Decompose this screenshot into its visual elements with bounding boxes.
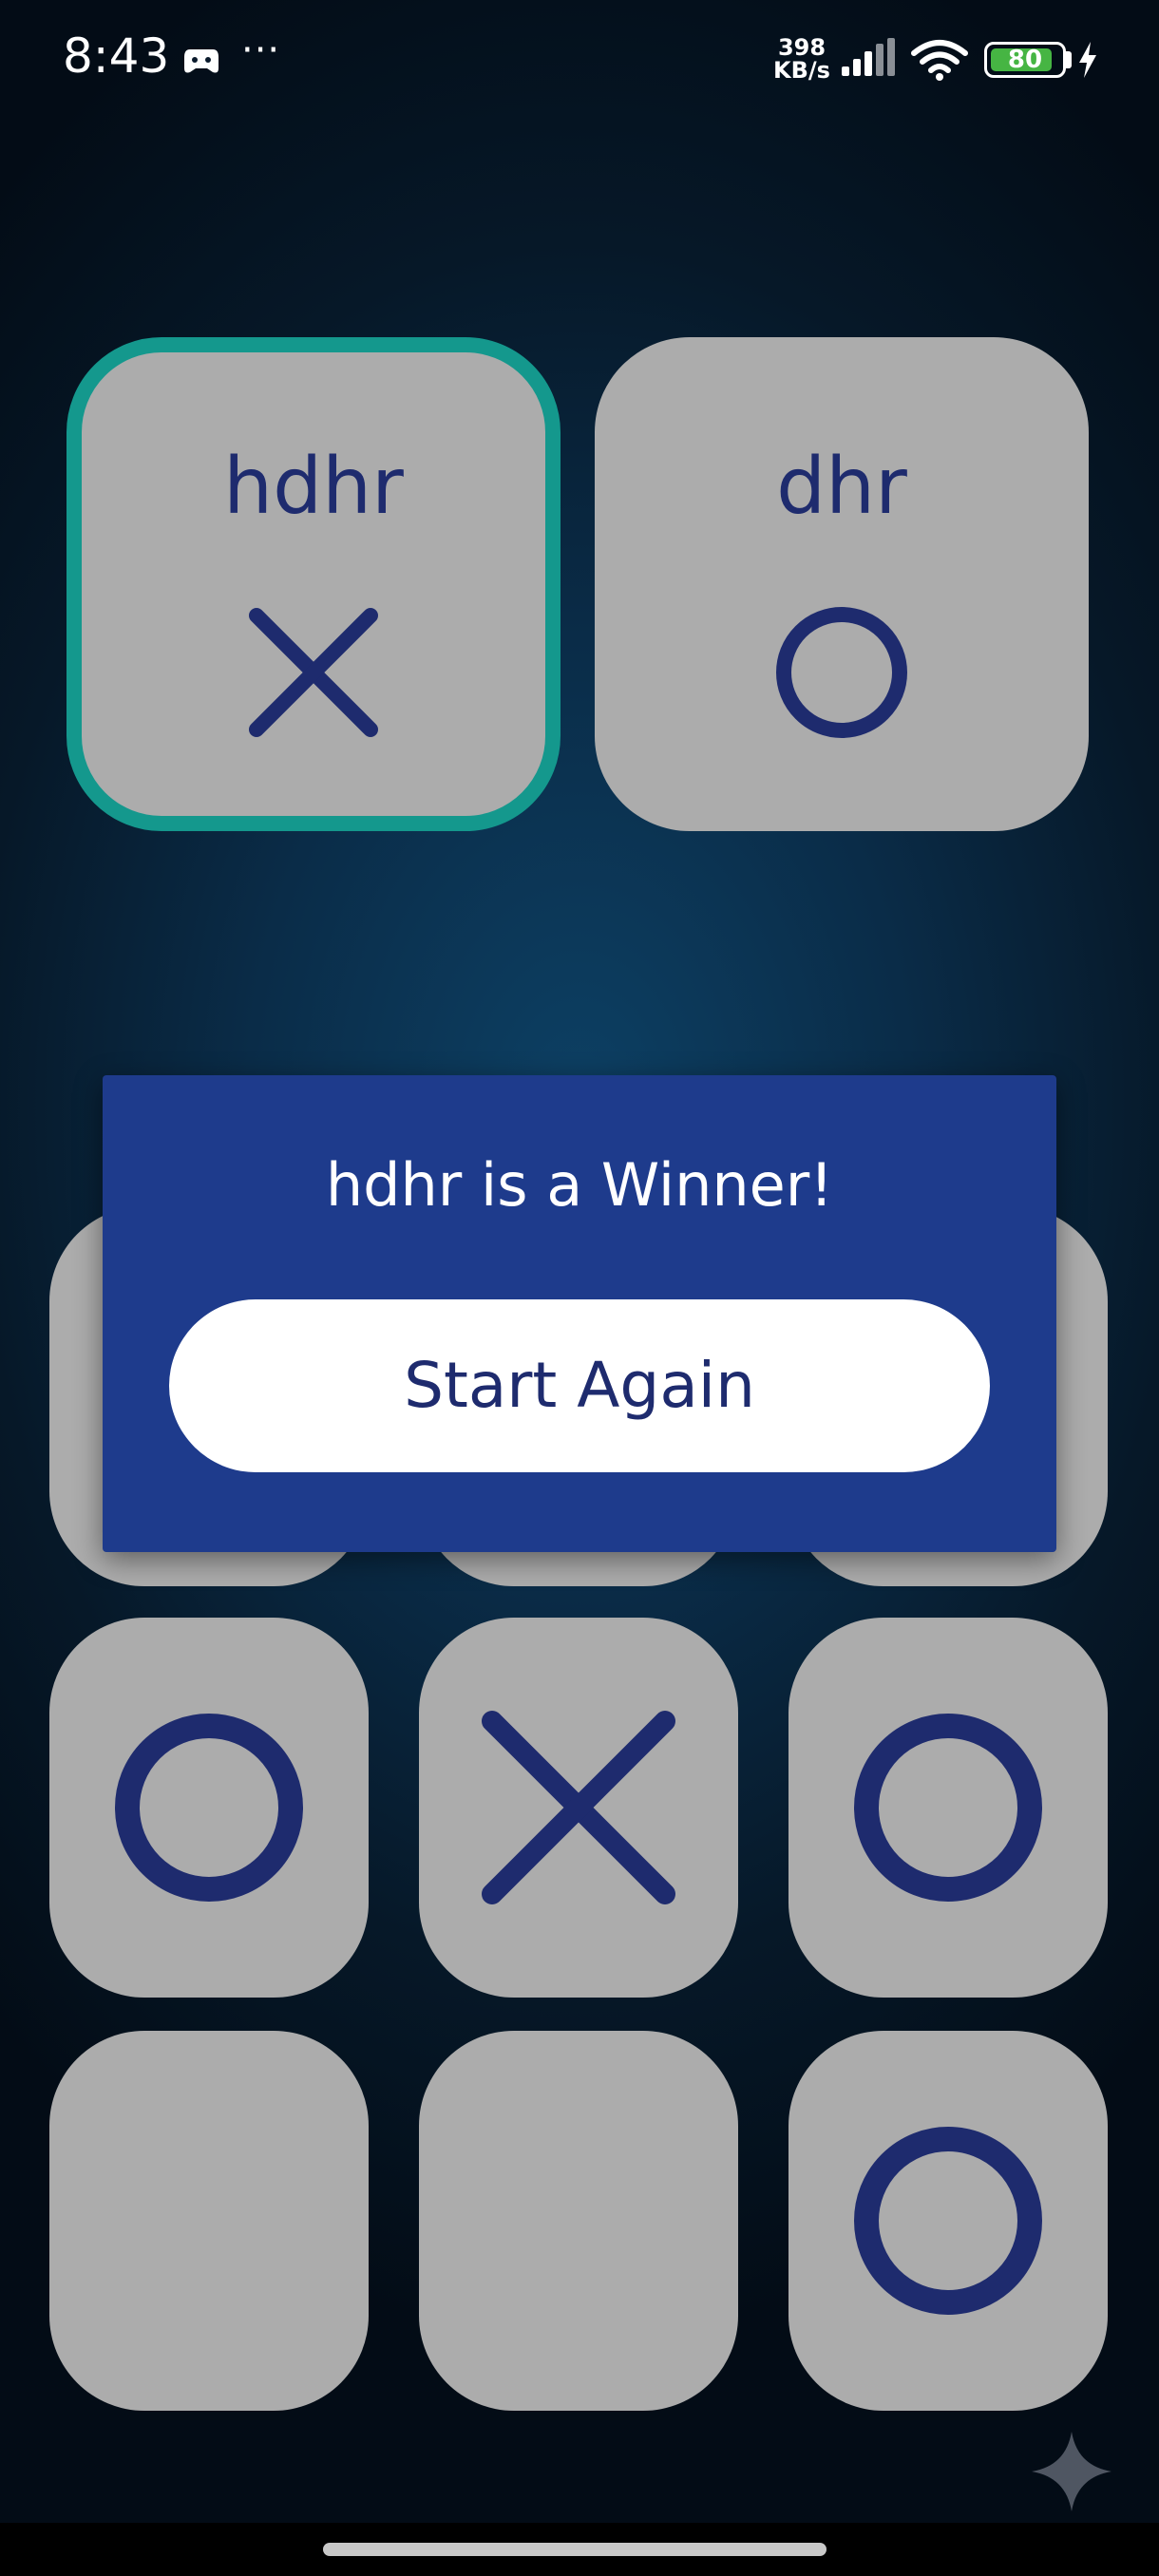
o-mark-icon <box>776 607 907 738</box>
player-card-1: hdhr <box>66 337 560 831</box>
board-cell-8[interactable] <box>419 2031 738 2411</box>
network-speed: 398 KB/s <box>771 36 832 82</box>
board-cell-6[interactable] <box>788 1618 1108 1998</box>
x-mark-icon <box>482 1711 675 1904</box>
player-name: hdhr <box>223 442 404 532</box>
more-notifications-icon: ··· <box>241 28 281 72</box>
battery-level: 80 <box>1007 46 1043 74</box>
battery-icon: 80 <box>984 42 1066 78</box>
charging-bolt-icon <box>1079 42 1096 78</box>
home-indicator[interactable] <box>323 2543 826 2556</box>
player-card-2: dhr <box>595 337 1089 831</box>
signal-icon <box>842 38 895 76</box>
o-mark-icon <box>854 2127 1042 2315</box>
network-speed-value: 398 <box>777 34 826 61</box>
network-speed-unit: KB/s <box>773 57 830 84</box>
board-cell-9[interactable] <box>788 2031 1108 2411</box>
status-bar: 8:43 ··· 398 KB/s 80 <box>0 0 1159 123</box>
player-name: dhr <box>776 442 907 532</box>
board-cell-5[interactable] <box>419 1618 738 1998</box>
start-again-button[interactable]: Start Again <box>169 1299 990 1472</box>
wifi-icon <box>911 40 968 81</box>
winner-dialog: hdhr is a Winner! Start Again <box>103 1075 1056 1552</box>
game-controller-icon <box>184 49 218 73</box>
board-cell-7[interactable] <box>49 2031 369 2411</box>
o-mark-icon <box>854 1714 1042 1902</box>
status-time: 8:43 <box>63 28 170 84</box>
o-mark-icon <box>115 1714 303 1902</box>
board-cell-4[interactable] <box>49 1618 369 1998</box>
battery-tip <box>1066 51 1072 68</box>
sparkle-icon[interactable] <box>1030 2430 1113 2513</box>
winner-message: hdhr is a Winner! <box>325 1150 834 1220</box>
x-mark-icon <box>249 608 378 737</box>
